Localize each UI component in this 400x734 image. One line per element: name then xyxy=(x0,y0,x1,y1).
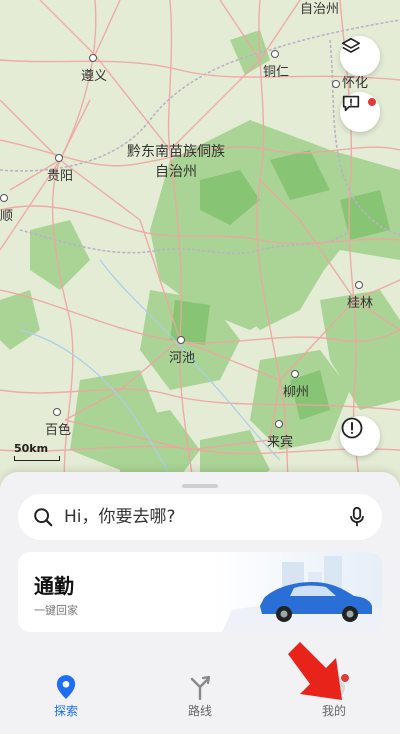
region-line-2: 自治州 xyxy=(155,164,197,180)
map-scale-bar xyxy=(14,456,60,461)
city-dot xyxy=(176,335,185,344)
route-icon xyxy=(190,675,211,700)
map-screen: 自治州 遵义 铜仁 怀化 贵阳 顺 黔东南苗族侗族 自治州 桂林 河池 柳州 百… xyxy=(0,0,400,734)
city-liuzhou: 柳州 xyxy=(283,366,309,400)
city-liuzhou-label: 柳州 xyxy=(282,385,310,400)
city-laibin: 来宾 xyxy=(267,416,293,450)
map-scale-label: 50km xyxy=(14,442,49,455)
car-illustration xyxy=(212,552,382,632)
city-guilin: 桂林 xyxy=(347,277,373,311)
location-pin-icon xyxy=(56,675,76,699)
report-button[interactable] xyxy=(340,416,380,456)
city-tongren-label: 铜仁 xyxy=(262,65,290,80)
city-tongren: 铜仁 xyxy=(263,46,289,80)
commute-card[interactable]: 通勤 一键回家 xyxy=(18,552,382,632)
feedback-button[interactable] xyxy=(340,92,380,132)
notification-dot xyxy=(367,97,377,107)
tab-route-label: 路线 xyxy=(187,704,212,718)
city-dot xyxy=(52,407,61,416)
city-huaihua-label: 怀化 xyxy=(342,76,369,91)
region-qiandongnan: 黔东南苗族侗族 自治州 xyxy=(116,142,236,182)
city-baise-label: 百色 xyxy=(44,423,72,438)
city-zunyi-label: 遵义 xyxy=(80,69,108,84)
alert-icon xyxy=(341,417,363,439)
tab-explore[interactable]: 探索 xyxy=(26,672,106,719)
city-guiyang-label: 贵阳 xyxy=(46,169,74,184)
city-shun-label: 顺 xyxy=(0,209,14,224)
city-dot xyxy=(354,280,363,289)
region-line-1: 黔东南苗族侗族 xyxy=(127,144,225,160)
city-baise: 百色 xyxy=(45,404,71,438)
search-bar[interactable] xyxy=(18,494,382,540)
tab-route[interactable]: 路线 xyxy=(160,672,240,719)
city-dot xyxy=(88,53,97,62)
city-label: 自治州 xyxy=(300,2,340,17)
map-scale: 50km xyxy=(14,442,60,461)
city-dot xyxy=(290,369,299,378)
city-zunyi: 遵义 xyxy=(81,50,107,84)
map-view[interactable]: 自治州 遵义 铜仁 怀化 贵阳 顺 黔东南苗族侗族 自治州 桂林 河池 柳州 百… xyxy=(0,0,400,500)
city-dot xyxy=(0,193,8,202)
city-dot xyxy=(54,153,63,162)
layers-button[interactable] xyxy=(340,36,380,76)
drag-handle[interactable] xyxy=(182,484,218,488)
city-hechi-label: 河池 xyxy=(168,351,196,366)
tab-explore-label: 探索 xyxy=(53,704,78,718)
city-dot xyxy=(274,419,283,428)
search-input[interactable] xyxy=(62,506,336,528)
city-guilin-label: 桂林 xyxy=(346,296,374,311)
feedback-icon xyxy=(342,95,360,112)
layers-icon xyxy=(341,37,361,53)
search-icon xyxy=(34,508,53,527)
microphone-icon[interactable] xyxy=(348,506,366,528)
city-laibin-label: 来宾 xyxy=(266,435,294,450)
city-hechi: 河池 xyxy=(169,332,195,366)
commute-subtitle: 一键回家 xyxy=(34,604,78,617)
commute-title: 通勤 xyxy=(34,574,74,598)
pointer-arrow xyxy=(288,642,342,700)
city-dot xyxy=(270,49,279,58)
city-shun: 顺 xyxy=(0,190,13,224)
city-guiyang: 贵阳 xyxy=(47,150,73,184)
city-dot xyxy=(332,79,340,88)
